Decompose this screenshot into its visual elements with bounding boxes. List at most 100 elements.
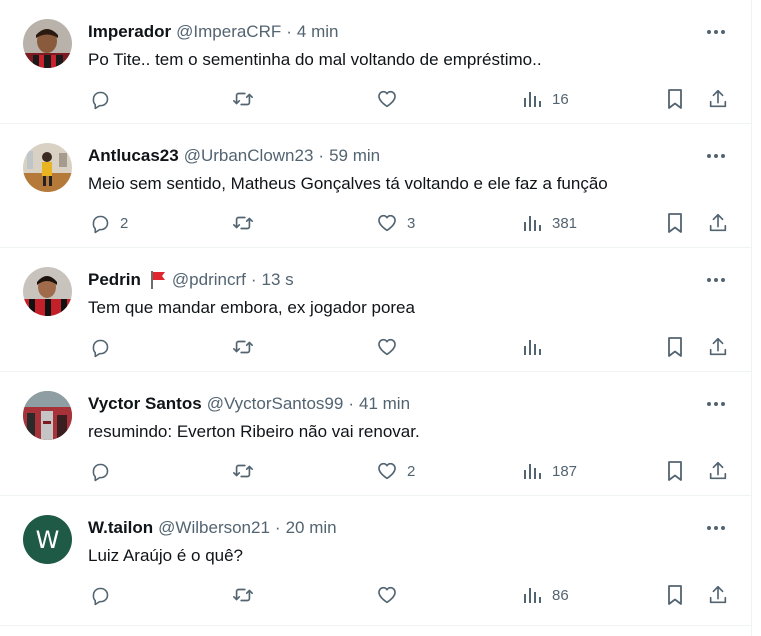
like-icon	[376, 584, 398, 606]
views-button[interactable]: 381	[521, 210, 577, 236]
like-icon	[376, 336, 398, 358]
separator: ·	[250, 270, 257, 289]
action-bar	[0, 334, 752, 360]
tweet-text: resumindo: Everton Ribeiro não vai renov…	[88, 422, 420, 441]
retweet-button[interactable]	[232, 86, 263, 112]
like-button[interactable]: 2	[376, 458, 415, 484]
timestamp[interactable]: 13 s	[262, 270, 294, 290]
views-button[interactable]: 16	[521, 86, 569, 112]
tweet[interactable]: W W.tailon @Wilberson21 · 20 min Luiz Ar…	[0, 496, 751, 626]
more-icon[interactable]	[705, 22, 727, 42]
share-icon	[707, 212, 729, 234]
reply-button[interactable]	[89, 582, 120, 608]
more-icon[interactable]	[705, 394, 727, 414]
timestamp[interactable]: 4 min	[297, 22, 339, 42]
author-name[interactable]: Pedrin	[88, 270, 141, 290]
view-count: 187	[552, 462, 578, 480]
avatar[interactable]	[23, 267, 72, 316]
tweet[interactable]: Vyctor Santos @VyctorSantos99 · 41 min r…	[0, 372, 751, 496]
retweet-button[interactable]	[232, 582, 263, 608]
retweet-icon	[232, 460, 254, 482]
like-icon	[376, 460, 398, 482]
share-icon	[707, 460, 729, 482]
view-count: 16	[552, 90, 569, 108]
view-count: 381	[552, 214, 578, 232]
author-name[interactable]: W.tailon	[88, 518, 153, 538]
tweet[interactable]: Antlucas23 @UrbanClown23 · 59 min Meio s…	[0, 124, 751, 248]
like-button[interactable]	[376, 86, 407, 112]
bookmark-button[interactable]	[664, 582, 686, 608]
author-name[interactable]: Antlucas23	[88, 146, 179, 166]
reply-count: 2	[120, 214, 129, 232]
more-icon[interactable]	[705, 146, 727, 166]
share-button[interactable]	[707, 86, 729, 112]
share-icon	[707, 584, 729, 606]
author-handle[interactable]: @ImperaCRF	[176, 22, 281, 42]
separator: ·	[286, 22, 292, 41]
bookmark-button[interactable]	[664, 334, 686, 360]
red-flag-icon	[149, 270, 167, 290]
timestamp[interactable]: 20 min	[286, 518, 337, 538]
like-button[interactable]	[376, 334, 407, 360]
tweet-text: Luiz Araújo é o quê?	[88, 546, 244, 565]
reply-button[interactable]: 2	[89, 210, 128, 236]
more-icon[interactable]	[705, 518, 727, 538]
retweet-icon	[232, 336, 254, 358]
bookmark-icon	[664, 336, 686, 358]
share-icon	[707, 336, 729, 358]
bookmark-icon	[664, 584, 686, 606]
like-button[interactable]: 3	[376, 210, 415, 236]
retweet-button[interactable]	[232, 210, 263, 236]
bookmark-button[interactable]	[664, 210, 686, 236]
bookmark-icon	[664, 460, 686, 482]
view-count: 86	[552, 586, 569, 604]
views-button[interactable]: 86	[521, 582, 569, 608]
like-button[interactable]	[376, 582, 407, 608]
avatar[interactable]	[23, 391, 72, 440]
reply-button[interactable]	[89, 86, 120, 112]
tweet-text: Tem que mandar embora, ex jogador porea	[88, 298, 415, 317]
reply-icon	[89, 584, 111, 606]
bookmark-button[interactable]	[664, 86, 686, 112]
author-handle[interactable]: @Wilberson21	[158, 518, 270, 538]
separator: ·	[348, 394, 354, 413]
more-icon[interactable]	[705, 270, 727, 290]
bookmark-icon	[664, 212, 686, 234]
action-bar: 16	[0, 86, 752, 112]
like-icon	[376, 88, 398, 110]
share-button[interactable]	[707, 582, 729, 608]
author-handle[interactable]: @pdrincrf	[172, 270, 246, 290]
views-icon	[521, 584, 543, 606]
tweet[interactable]: Imperador @ImperaCRF · 4 min Po Tite.. t…	[0, 0, 751, 124]
bookmark-button[interactable]	[664, 458, 686, 484]
retweet-button[interactable]	[232, 334, 263, 360]
timestamp[interactable]: 59 min	[329, 146, 380, 166]
retweet-button[interactable]	[232, 458, 263, 484]
views-icon	[521, 212, 543, 234]
author-name[interactable]: Imperador	[88, 22, 171, 42]
action-bar: 2 187	[0, 458, 752, 484]
separator: ·	[274, 518, 281, 537]
author-name[interactable]: Vyctor Santos	[88, 394, 202, 414]
like-count: 3	[407, 214, 416, 232]
views-button[interactable]: 187	[521, 458, 577, 484]
avatar[interactable]	[23, 143, 72, 192]
retweet-icon	[232, 88, 254, 110]
reply-icon	[89, 212, 111, 234]
share-button[interactable]	[707, 458, 729, 484]
share-button[interactable]	[707, 210, 729, 236]
timestamp[interactable]: 41 min	[359, 394, 410, 414]
avatar[interactable]	[23, 19, 72, 68]
views-button[interactable]	[521, 334, 552, 360]
share-button[interactable]	[707, 334, 729, 360]
avatar[interactable]: W	[23, 515, 72, 564]
reply-button[interactable]	[89, 458, 120, 484]
tweet[interactable]: Pedrin @pdrincrf · 13 s Tem que mandar e…	[0, 248, 751, 372]
reply-button[interactable]	[89, 334, 120, 360]
tweet-feed: Imperador @ImperaCRF · 4 min Po Tite.. t…	[0, 0, 752, 636]
like-icon	[376, 212, 398, 234]
author-handle[interactable]: @UrbanClown23	[184, 146, 314, 166]
action-bar: 86	[0, 582, 752, 608]
views-icon	[521, 88, 543, 110]
author-handle[interactable]: @VyctorSantos99	[207, 394, 344, 414]
